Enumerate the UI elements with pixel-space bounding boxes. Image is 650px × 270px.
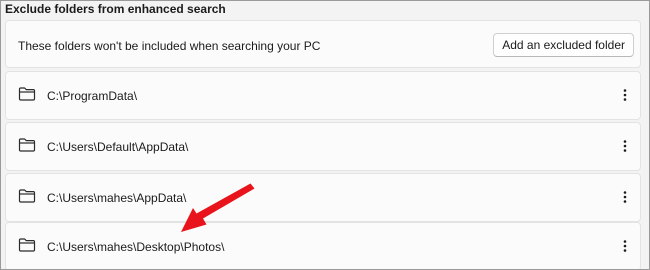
more-options-button[interactable] [614,83,636,107]
folder-path: C:\Users\Default\AppData\ [47,140,189,154]
more-options-icon [623,140,627,152]
more-options-button[interactable] [614,134,636,158]
more-options-button[interactable] [614,234,636,258]
folder-row-programdata: C:\ProgramData\ [5,71,641,120]
more-options-button[interactable] [614,185,636,209]
folder-path: C:\ProgramData\ [47,89,138,103]
folder-icon [18,138,36,152]
folder-path: C:\Users\mahes\AppData\ [47,191,187,205]
section-title: Exclude folders from enhanced search [5,2,226,16]
more-options-icon [623,191,627,203]
folder-row-mahes-appdata: C:\Users\mahes\AppData\ [5,173,641,222]
exclude-folders-description: These folders won't be included when sea… [18,39,321,53]
folder-icon [18,87,36,101]
more-options-icon [623,240,627,252]
add-excluded-folder-button[interactable]: Add an excluded folder [493,33,634,57]
more-options-icon [623,89,627,101]
exclude-folders-header-card: These folders won't be included when sea… [5,20,641,68]
folder-row-default-appdata: C:\Users\Default\AppData\ [5,122,641,171]
folder-icon [18,238,36,252]
exclude-folders-panel: Exclude folders from enhanced search The… [0,0,650,270]
folder-icon [18,189,36,203]
folder-row-desktop-photos: C:\Users\mahes\Desktop\Photos\ [5,222,641,269]
folder-path: C:\Users\mahes\Desktop\Photos\ [47,240,225,254]
